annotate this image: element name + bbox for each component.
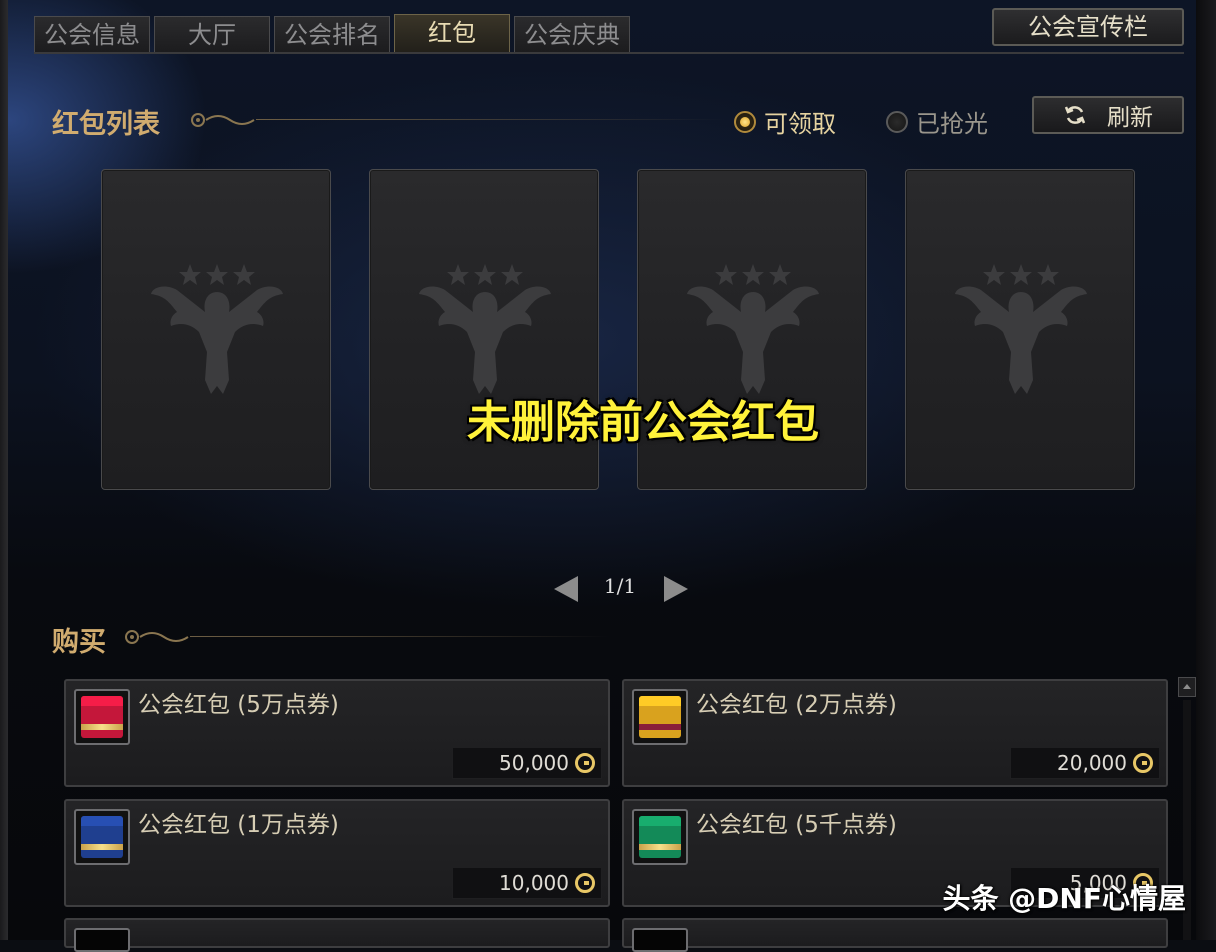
item-price: 20,000 xyxy=(1010,747,1160,779)
filter-empty-radio[interactable]: 已抢光 xyxy=(886,104,988,139)
filter-empty-label: 已抢光 xyxy=(916,110,988,138)
refresh-button[interactable]: 刷新 xyxy=(1032,96,1184,134)
eagle-emblem-icon xyxy=(955,264,1087,394)
item-price: 10,000 xyxy=(452,867,602,899)
tab-hall[interactable]: 大厅 xyxy=(154,16,270,52)
purchase-item-partial[interactable] xyxy=(622,918,1168,952)
window-frame-right xyxy=(1196,0,1216,940)
tab-guild-celebration[interactable]: 公会庆典 xyxy=(514,16,630,52)
pagination: 1/1 xyxy=(552,572,692,606)
prev-page-arrow-icon[interactable] xyxy=(554,576,578,602)
purchase-item-partial[interactable] xyxy=(64,918,610,952)
title-ornament-icon xyxy=(191,113,255,127)
item-name: 公会红包 (5万点券) xyxy=(138,692,339,718)
eagle-emblem-icon xyxy=(687,264,819,394)
radio-unselected-icon xyxy=(886,110,908,133)
red-envelope-card[interactable] xyxy=(905,169,1135,490)
title-ornament-icon xyxy=(125,630,189,644)
tab-divider xyxy=(34,52,1184,54)
refresh-icon xyxy=(1064,106,1086,124)
tab-red-envelope[interactable]: 红包 xyxy=(394,14,510,52)
purchase-section-title: 购买 xyxy=(52,627,106,658)
price-value: 50,000 xyxy=(499,751,569,775)
eagle-emblem-icon xyxy=(151,264,283,394)
section-rule xyxy=(256,119,726,120)
item-name: 公会红包 (2万点券) xyxy=(696,692,897,718)
radio-selected-icon xyxy=(734,110,756,133)
purchase-item-10000[interactable]: 公会红包 (1万点券) 10,000 xyxy=(64,799,610,907)
item-name: 公会红包 (1万点券) xyxy=(138,812,339,838)
filter-available-label: 可领取 xyxy=(764,110,836,138)
filter-available-radio[interactable]: 可领取 xyxy=(734,104,836,139)
window-frame-left xyxy=(0,0,8,940)
red-envelope-card[interactable] xyxy=(101,169,331,490)
cera-coin-icon xyxy=(1133,753,1153,773)
watermark: 头条 @DNF心情屋 xyxy=(942,882,1186,915)
cera-coin-icon xyxy=(575,753,595,773)
tab-guild-info[interactable]: 公会信息 xyxy=(34,16,150,52)
purchase-item-50000[interactable]: 公会红包 (5万点券) 50,000 xyxy=(64,679,610,787)
red-envelope-list-title: 红包列表 xyxy=(52,109,160,140)
price-value: 10,000 xyxy=(499,871,569,895)
next-page-arrow-icon[interactable] xyxy=(664,576,688,602)
red-envelope-icon xyxy=(632,809,688,865)
item-name: 公会红包 (5千点券) xyxy=(696,812,897,838)
item-thumb-partial xyxy=(74,928,130,952)
red-envelope-card[interactable] xyxy=(637,169,867,490)
red-envelope-icon xyxy=(74,809,130,865)
purchase-item-20000[interactable]: 公会红包 (2万点券) 20,000 xyxy=(622,679,1168,787)
guild-promo-button[interactable]: 公会宣传栏 xyxy=(992,8,1184,46)
item-thumb-partial xyxy=(632,928,688,952)
tab-guild-ranking[interactable]: 公会排名 xyxy=(274,16,390,52)
price-value: 20,000 xyxy=(1057,751,1127,775)
red-envelope-icon xyxy=(632,689,688,745)
refresh-label: 刷新 xyxy=(1107,105,1153,131)
item-price: 50,000 xyxy=(452,747,602,779)
section-rule xyxy=(190,636,610,637)
eagle-emblem-icon xyxy=(419,264,551,394)
cera-coin-icon xyxy=(575,873,595,893)
page-indicator: 1/1 xyxy=(603,574,637,598)
scroll-up-button[interactable] xyxy=(1178,677,1196,697)
red-envelope-icon xyxy=(74,689,130,745)
red-envelope-card[interactable] xyxy=(369,169,599,490)
